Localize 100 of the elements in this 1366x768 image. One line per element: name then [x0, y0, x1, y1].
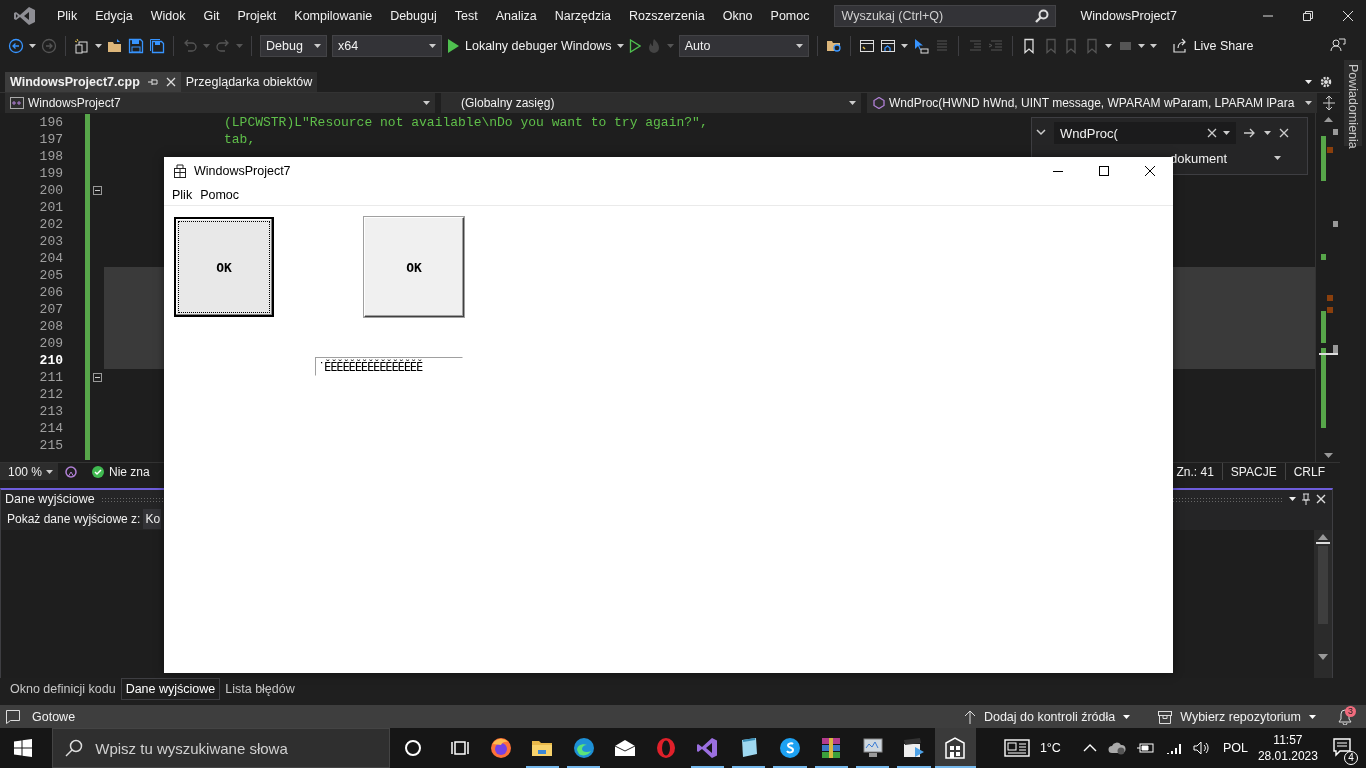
solution-platform-dropdown[interactable]: Auto	[678, 35, 809, 57]
clear-icon[interactable]	[1207, 128, 1217, 138]
menu-item[interactable]: Analiza	[486, 6, 546, 26]
start-icon[interactable]	[14, 739, 33, 757]
folder-search-icon[interactable]	[825, 38, 842, 54]
open-folder-icon[interactable]	[107, 38, 123, 54]
save-icon[interactable]	[128, 38, 144, 54]
repository-button[interactable]: Wybierz repozytorium	[1158, 709, 1316, 724]
speaker-icon[interactable]	[1192, 741, 1211, 755]
text-field[interactable]: ˙ĚĚĚĚĚĚĚĚĚĚĚĚĚĚĚĚ	[315, 357, 463, 376]
message-icon[interactable]	[5, 708, 21, 725]
menu-item[interactable]: Plik	[48, 6, 87, 26]
caret-icon[interactable]	[1305, 80, 1312, 84]
collapse-icon[interactable]	[92, 186, 102, 195]
play-icon[interactable]	[447, 39, 459, 53]
caret-icon[interactable]	[795, 44, 803, 48]
close-icon[interactable]	[1144, 165, 1156, 177]
caret-icon[interactable]	[1309, 714, 1316, 719]
menu-item[interactable]: Kompilowanie	[285, 6, 382, 26]
weather-temperature[interactable]: 1°C	[1039, 741, 1061, 755]
ribbon-icon[interactable]	[695, 736, 720, 760]
find-next-icon[interactable]	[1244, 128, 1256, 138]
chat-icon[interactable]	[778, 736, 803, 760]
bell-icon[interactable]	[1338, 708, 1352, 725]
clock-date[interactable]: 28.01.2023	[1257, 749, 1318, 763]
battery-icon[interactable]	[1136, 742, 1155, 754]
caret-icon[interactable]	[1123, 714, 1131, 719]
menu-item[interactable]: Plik	[168, 186, 197, 204]
scroll-up-icon[interactable]	[1318, 534, 1328, 540]
restore-icon[interactable]	[1302, 10, 1314, 22]
feedback-icon[interactable]	[1330, 36, 1346, 53]
split-icon[interactable]	[1323, 96, 1335, 110]
maximize-icon[interactable]	[1098, 165, 1110, 177]
platform-dropdown[interactable]: x64	[332, 35, 442, 57]
indent-status[interactable]: SPACJE	[1221, 463, 1285, 480]
configuration-dropdown[interactable]: Debug	[260, 35, 327, 57]
caret-icon[interactable]	[1289, 497, 1296, 501]
output-source-dropdown[interactable]: Ko	[143, 509, 162, 529]
repository-icon[interactable]	[1158, 709, 1173, 724]
pointer-icon[interactable]	[912, 38, 929, 54]
source-control-button[interactable]: Dodaj do kontroli źródła	[963, 709, 1131, 724]
search-field[interactable]: Wyszukaj (Ctrl+Q)	[834, 5, 1057, 27]
scope-dropdown[interactable]: (Globalny zasięg)	[441, 93, 861, 113]
caret-icon[interactable]	[1223, 131, 1230, 135]
menu-item[interactable]: Git	[194, 6, 229, 26]
caret-icon[interactable]	[314, 44, 321, 48]
menu-item[interactable]: Edycja	[86, 6, 142, 26]
caret-icon[interactable]	[1264, 131, 1271, 135]
scroll-up-icon[interactable]	[1323, 117, 1333, 122]
menu-item[interactable]: Test	[445, 6, 487, 26]
live-share-button[interactable]: Live Share	[1171, 38, 1254, 54]
building-icon[interactable]	[943, 736, 968, 760]
menu-item[interactable]: Debuguj	[381, 6, 446, 26]
task-view-icon[interactable]	[450, 739, 469, 757]
collapse-icon[interactable]	[92, 373, 102, 382]
scroll-down-icon[interactable]	[1323, 453, 1333, 458]
window-home-icon[interactable]	[879, 38, 896, 54]
browser-icon[interactable]	[571, 736, 596, 760]
find-field[interactable]: WndProc(	[1054, 122, 1236, 144]
share-icon[interactable]	[1171, 38, 1188, 54]
caret-icon[interactable]	[616, 44, 624, 48]
signal-icon[interactable]	[1165, 742, 1182, 754]
monitor-icon[interactable]	[860, 736, 885, 760]
caret-icon[interactable]	[900, 44, 908, 48]
line-endings-status[interactable]: CRLF	[1284, 463, 1333, 480]
panel-tab[interactable]: Dane wyjściowe	[120, 678, 221, 700]
caret-icon[interactable]	[29, 44, 36, 48]
window-icon[interactable]	[858, 38, 875, 54]
assistant-icon[interactable]	[64, 464, 78, 479]
caret-icon[interactable]	[429, 44, 436, 48]
search-icon[interactable]	[65, 739, 84, 757]
pin-icon[interactable]	[1302, 493, 1310, 505]
panel-tab[interactable]: Okno definicji kodu	[5, 678, 121, 700]
menu-item[interactable]: Pomoc	[761, 6, 819, 26]
caret-icon[interactable]	[1305, 101, 1312, 105]
caret-icon[interactable]	[423, 101, 430, 105]
document-tab[interactable]: Przeglądarka obiektów	[180, 72, 318, 92]
caret-icon[interactable]	[1274, 156, 1281, 160]
back-icon[interactable]	[8, 38, 24, 54]
menu-item[interactable]: Projekt	[228, 6, 286, 26]
menu-item[interactable]: Widok	[141, 6, 195, 26]
menu-item[interactable]: Pomoc	[196, 186, 244, 204]
project-dropdown[interactable]: WindowsProject7	[5, 93, 435, 113]
issues-status[interactable]: Nie zna	[109, 464, 150, 479]
clock-time[interactable]: 11:57	[1273, 733, 1303, 747]
caret-icon[interactable]	[46, 469, 53, 474]
scrollbar[interactable]	[1314, 530, 1332, 678]
browser-icon[interactable]	[488, 736, 513, 760]
pin-icon[interactable]	[147, 77, 158, 87]
save-all-icon[interactable]	[149, 38, 165, 54]
search-scope-dropdown[interactable]: dokument	[1170, 150, 1228, 166]
menu-item[interactable]: Rozszerzenia	[619, 6, 714, 26]
column-status[interactable]: Zn.: 41	[1168, 463, 1222, 480]
chevron-up-icon[interactable]	[1082, 744, 1097, 752]
search-icon[interactable]	[1035, 9, 1050, 23]
start-debugging-button[interactable]: Lokalny debuger Windows	[447, 39, 612, 53]
clapper-icon[interactable]	[901, 736, 926, 760]
arrow-up-icon[interactable]	[963, 709, 976, 724]
caret-icon[interactable]	[1104, 44, 1112, 48]
new-item-icon[interactable]	[74, 38, 90, 54]
